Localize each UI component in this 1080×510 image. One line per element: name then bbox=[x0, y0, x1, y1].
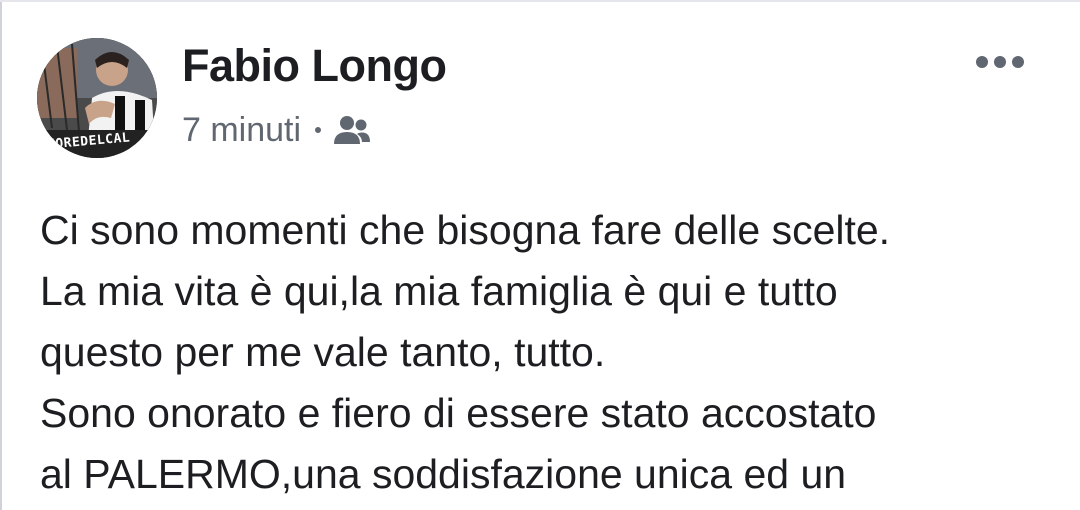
more-options-button[interactable] bbox=[968, 44, 1032, 80]
post-text-line: Sono onorato e fiero di essere stato acc… bbox=[40, 390, 877, 436]
author-avatar[interactable]: UOREDELCAL bbox=[37, 38, 157, 158]
post-text-line: questo per me vale tanto, tutto. bbox=[40, 329, 606, 375]
post-timestamp[interactable]: 7 minuti bbox=[182, 111, 301, 150]
author-name[interactable]: Fabio Longo bbox=[182, 40, 447, 92]
post-meta: 7 minuti bbox=[182, 108, 371, 152]
left-divider bbox=[0, 0, 2, 510]
top-divider bbox=[0, 0, 1080, 2]
separator-dot bbox=[315, 127, 322, 133]
more-options-icon bbox=[976, 56, 1024, 68]
facebook-post: UOREDELCAL Fabio Longo 7 minuti Ci sono … bbox=[0, 0, 1080, 510]
post-body: Ci sono momenti che bisogna fare delle s… bbox=[40, 200, 1060, 505]
post-text-line: al PALERMO,una soddisfazione unica ed un bbox=[40, 451, 847, 497]
post-text-line: La mia vita è qui,la mia famiglia è qui … bbox=[40, 268, 838, 314]
post-text-line: Ci sono momenti che bisogna fare delle s… bbox=[40, 207, 891, 253]
friends-icon[interactable] bbox=[333, 115, 371, 145]
